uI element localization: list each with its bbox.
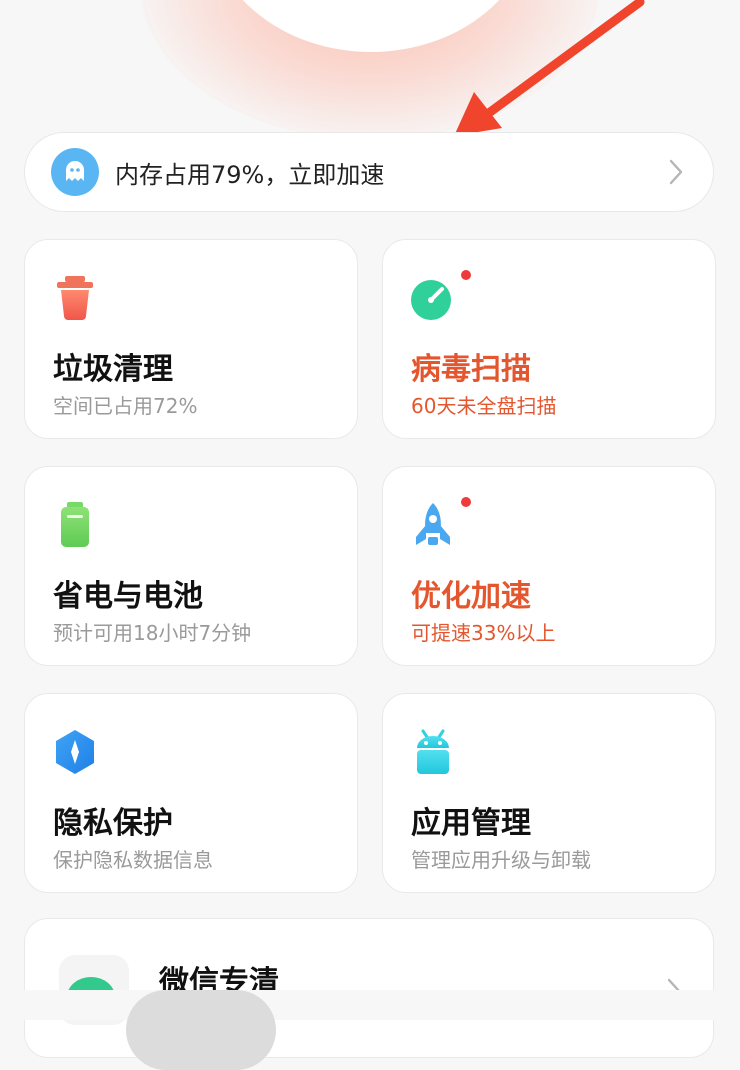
card-title: 病毒扫描 [411, 352, 531, 387]
ghost-icon [51, 148, 99, 196]
card-title: 优化加速 [411, 579, 531, 614]
memory-boost-banner[interactable]: 内存占用79%，立即加速 [24, 132, 714, 212]
card-title: 隐私保护 [53, 806, 173, 841]
card-subtitle: 预计可用18小时7分钟 [53, 621, 252, 645]
card-app-management[interactable]: 应用管理 管理应用升级与卸载 [382, 693, 716, 893]
card-title: 垃圾清理 [53, 352, 173, 387]
notification-dot [461, 497, 471, 507]
android-app-icon [417, 729, 449, 774]
bottom-bar [0, 990, 740, 1020]
card-battery[interactable]: 省电与电池 预计可用18小时7分钟 [24, 466, 358, 666]
annotation-arrow-icon [454, 0, 645, 136]
card-subtitle: 60天未全盘扫描 [411, 394, 557, 418]
privacy-shield-icon [56, 730, 94, 774]
card-privacy[interactable]: 隐私保护 保护隐私数据信息 [24, 693, 358, 893]
trash-icon [57, 276, 93, 320]
card-title: 应用管理 [411, 806, 531, 841]
card-title: 省电与电池 [53, 579, 203, 614]
battery-icon [61, 502, 89, 547]
floating-button[interactable] [126, 990, 276, 1070]
rocket-icon [416, 503, 450, 545]
card-virus-scan[interactable]: 病毒扫描 60天未全盘扫描 [382, 239, 716, 439]
memory-usage-text: 内存占用79%，立即加速 [115, 160, 385, 189]
card-optimize-boost[interactable]: 优化加速 可提速33%以上 [382, 466, 716, 666]
card-subtitle: 空间已占用72% [53, 394, 198, 418]
card-junk-clean[interactable]: 垃圾清理 空间已占用72% [24, 239, 358, 439]
card-subtitle: 可提速33%以上 [411, 621, 556, 645]
card-subtitle: 管理应用升级与卸载 [411, 848, 591, 872]
card-subtitle: 保护隐私数据信息 [53, 848, 213, 872]
chevron-right-icon [669, 159, 683, 185]
notification-dot [461, 270, 471, 280]
virus-scan-icon [411, 280, 451, 320]
